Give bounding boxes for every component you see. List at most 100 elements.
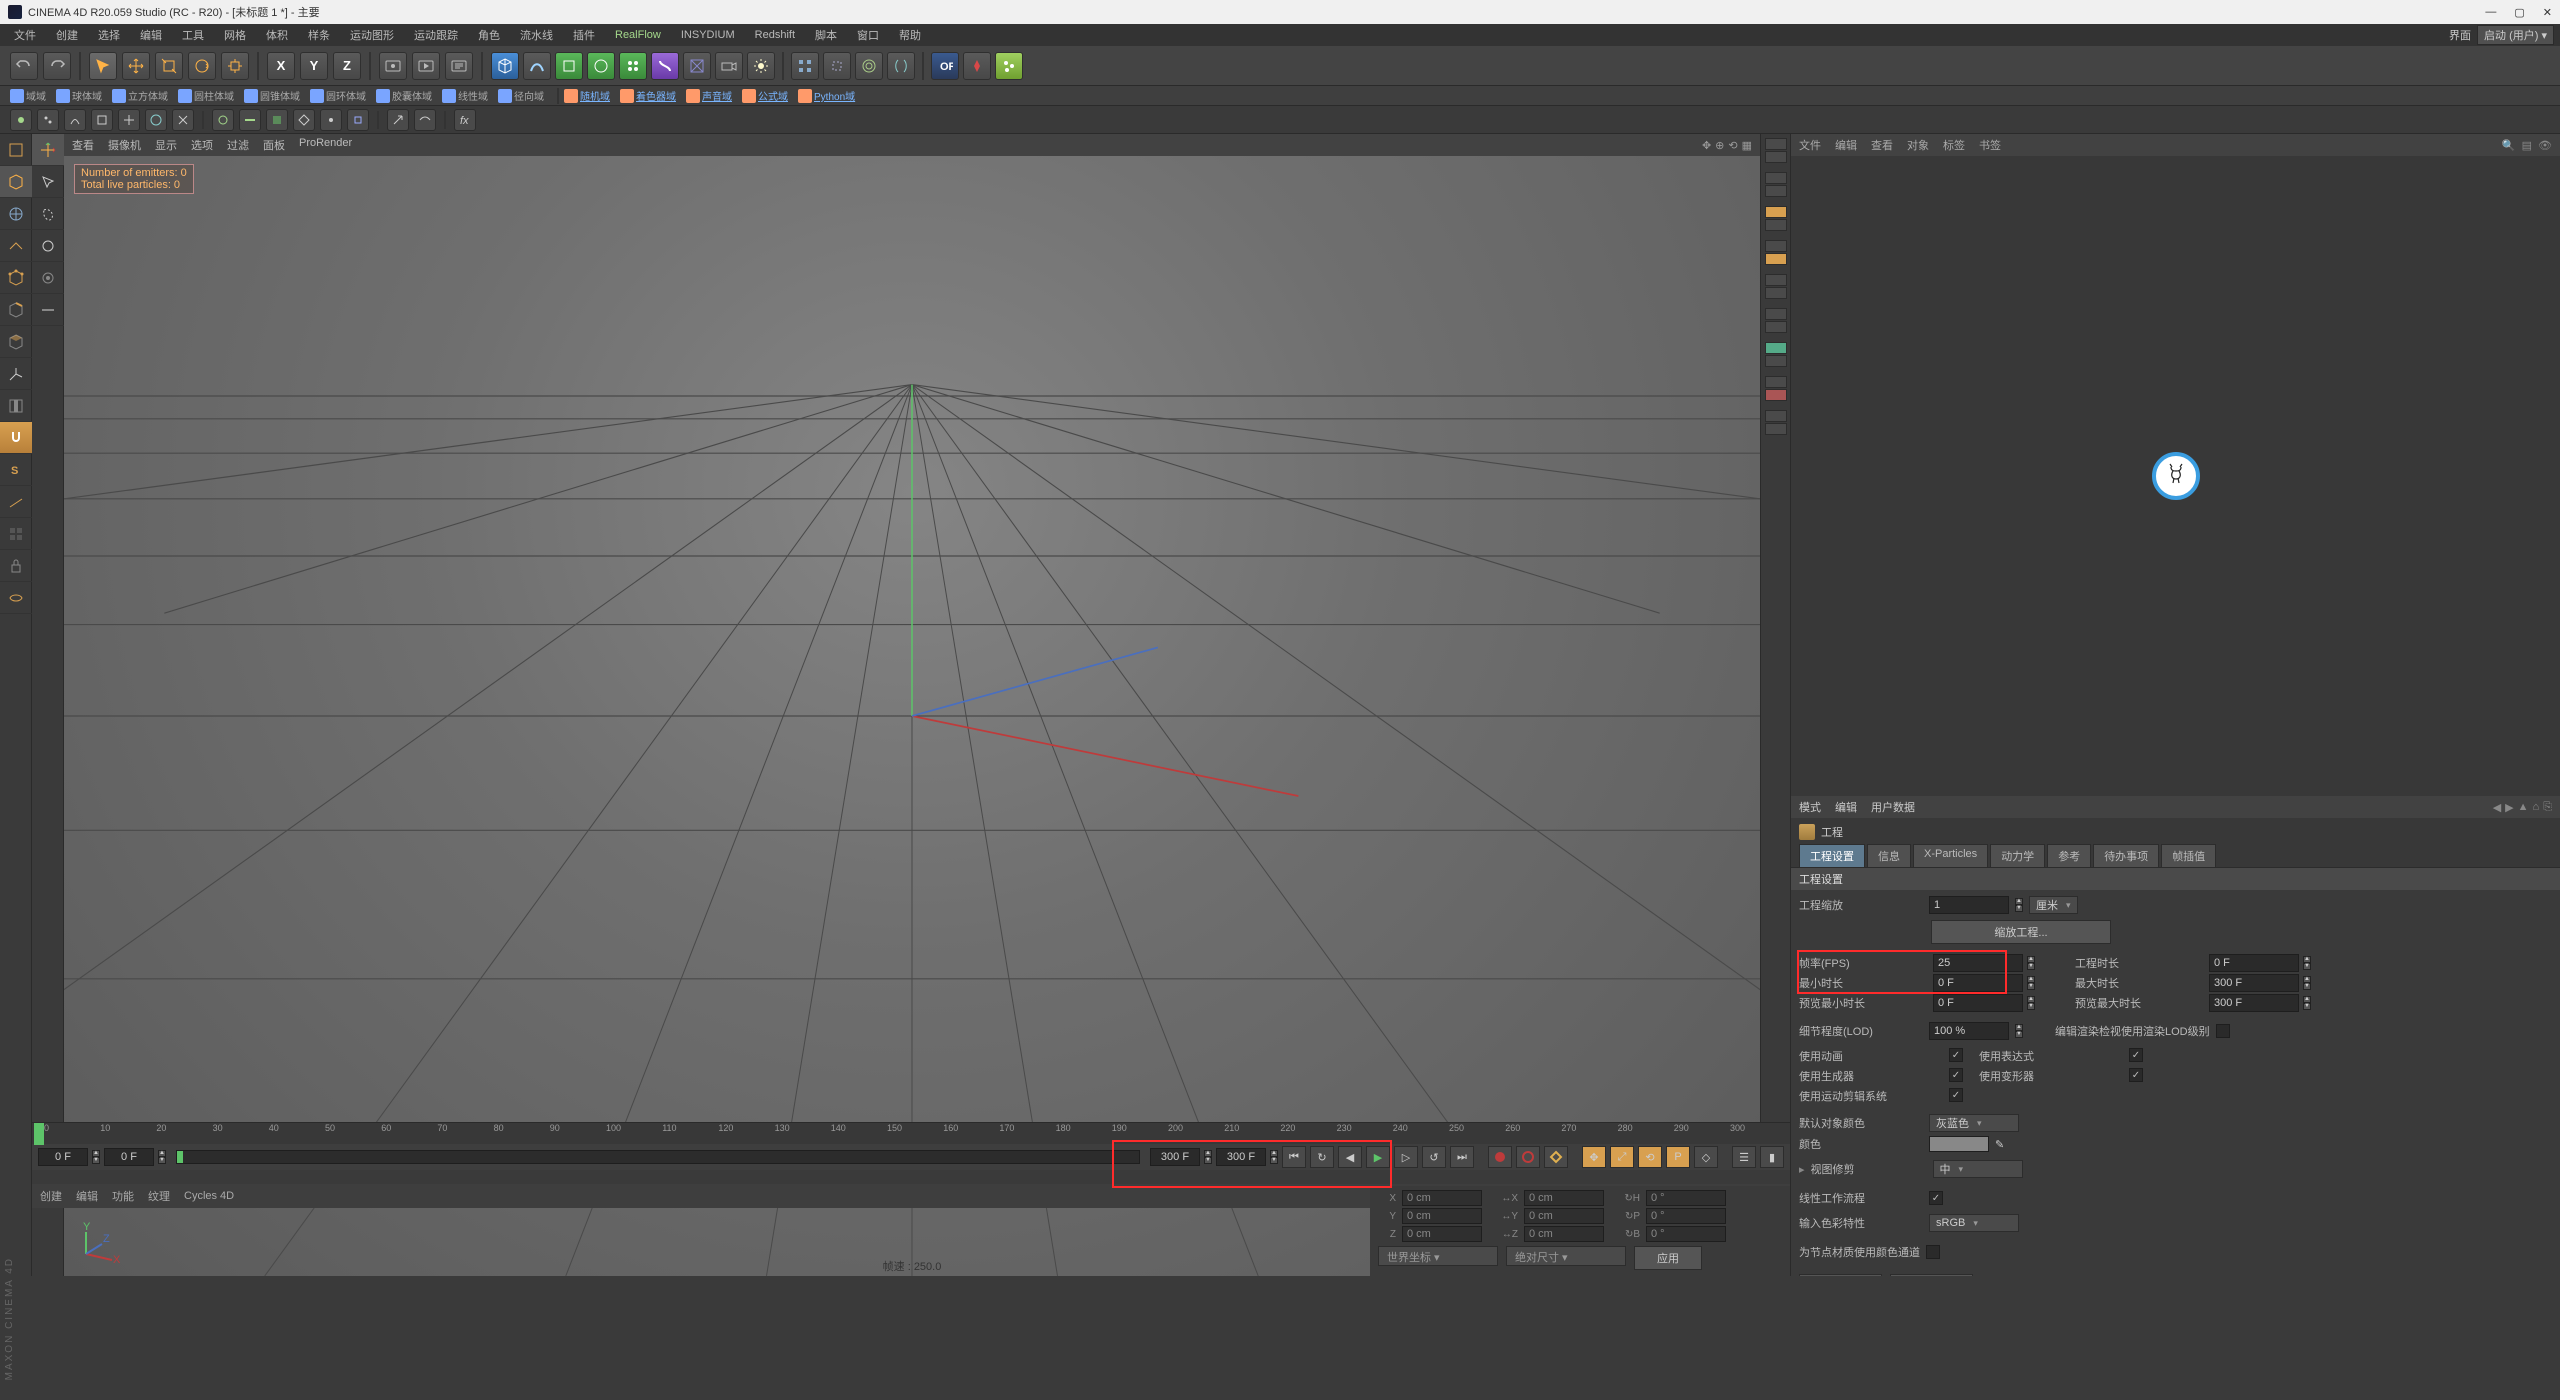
- tab-refs[interactable]: 参考: [2047, 844, 2091, 867]
- palette-radial[interactable]: 径向域: [514, 88, 544, 103]
- menu-script[interactable]: 脚本: [807, 27, 845, 43]
- brush-tool-button[interactable]: [32, 230, 64, 262]
- vp-strip-5[interactable]: [1761, 270, 1791, 302]
- xp-tool-14[interactable]: [387, 109, 409, 131]
- xp-tool-4[interactable]: [91, 109, 113, 131]
- play-forward-button[interactable]: ▶: [1366, 1146, 1390, 1168]
- vp-strip-2[interactable]: [1761, 168, 1791, 200]
- am-menu-userdata[interactable]: 用户数据: [1871, 799, 1915, 815]
- z-axis-toggle[interactable]: Z: [333, 52, 361, 80]
- select-tool-button[interactable]: [32, 166, 64, 198]
- tab-info[interactable]: 信息: [1867, 844, 1911, 867]
- xp-tool-8[interactable]: [212, 109, 234, 131]
- knife-tool-button[interactable]: [32, 294, 64, 326]
- vp-menu-options[interactable]: 选项: [191, 137, 213, 153]
- vp-strip-4[interactable]: [1761, 236, 1791, 268]
- menu-window[interactable]: 窗口: [849, 27, 887, 43]
- record-button[interactable]: [1488, 1146, 1512, 1168]
- cube-primitive-button[interactable]: [491, 52, 519, 80]
- xp-tool-12[interactable]: [320, 109, 342, 131]
- minimize-button[interactable]: —: [2485, 6, 2496, 19]
- xp-tool-1[interactable]: [10, 109, 32, 131]
- current-frame-input[interactable]: [38, 1148, 88, 1166]
- y-axis-toggle[interactable]: Y: [300, 52, 328, 80]
- x-axis-toggle[interactable]: X: [267, 52, 295, 80]
- menu-volume[interactable]: 体积: [258, 27, 296, 43]
- menu-insydium[interactable]: INSYDIUM: [673, 29, 743, 41]
- current-frame-spinner[interactable]: ▲▼: [92, 1150, 100, 1164]
- point-mode-button[interactable]: [0, 262, 32, 294]
- scale-spinner[interactable]: ▲▼: [2015, 898, 2023, 912]
- min-input[interactable]: [1933, 974, 2023, 992]
- range-end-input[interactable]: [1150, 1148, 1200, 1166]
- use-gen-checkbox[interactable]: ✓: [1949, 1068, 1963, 1082]
- volume-button[interactable]: [823, 52, 851, 80]
- coord-sy-input[interactable]: [1524, 1208, 1604, 1224]
- xp-tool-7[interactable]: [172, 109, 194, 131]
- object-manager-body[interactable]: [1791, 156, 2560, 796]
- xp-tool-5[interactable]: [118, 109, 140, 131]
- coord-h-input[interactable]: [1646, 1190, 1726, 1206]
- menu-motion-tracking[interactable]: 运动跟踪: [406, 27, 466, 43]
- default-color-dropdown[interactable]: 灰蓝色: [1929, 1114, 2019, 1132]
- timeline-options-button[interactable]: ☰: [1732, 1146, 1756, 1168]
- end-frame-input[interactable]: [1216, 1148, 1266, 1166]
- linear-wf-checkbox[interactable]: ✓: [1929, 1191, 1943, 1205]
- menu-file[interactable]: 文件: [6, 27, 44, 43]
- array-button[interactable]: [619, 52, 647, 80]
- prev-max-spinner[interactable]: ▲▼: [2303, 996, 2313, 1010]
- menu-help[interactable]: 帮助: [891, 27, 929, 43]
- duration-input[interactable]: [2209, 954, 2299, 972]
- vp-nav-pan-icon[interactable]: ✥: [1702, 139, 1711, 152]
- rotate-button[interactable]: [188, 52, 216, 80]
- menu-edit[interactable]: 编辑: [132, 27, 170, 43]
- menu-tools[interactable]: 工具: [174, 27, 212, 43]
- palette-torus[interactable]: 圆环体域: [326, 88, 366, 103]
- mograph-button[interactable]: [791, 52, 819, 80]
- redshift-button[interactable]: [963, 52, 991, 80]
- use-anim-checkbox[interactable]: ✓: [1949, 1048, 1963, 1062]
- om-menu-tags[interactable]: 标签: [1943, 137, 1965, 153]
- coord-mode1-dropdown[interactable]: 世界坐标 ▾: [1378, 1246, 1498, 1266]
- lasso-tool-button[interactable]: [32, 198, 64, 230]
- xp-tool-6[interactable]: [145, 109, 167, 131]
- make-editable-button[interactable]: [0, 134, 32, 166]
- start-frame-spinner[interactable]: ▲▼: [158, 1150, 166, 1164]
- vp-strip-1[interactable]: [1761, 134, 1791, 166]
- palette-cone[interactable]: 圆锥体域: [260, 88, 300, 103]
- key-scale-button[interactable]: ⤢: [1610, 1146, 1634, 1168]
- prev-min-input[interactable]: [1933, 994, 2023, 1012]
- live-select-button[interactable]: [89, 52, 117, 80]
- scale-project-button[interactable]: 缩放工程...: [1931, 920, 2111, 944]
- mm-menu-function[interactable]: 功能: [112, 1188, 134, 1204]
- keyframe-button[interactable]: [1544, 1146, 1568, 1168]
- field-button[interactable]: [855, 52, 883, 80]
- key-rot-button[interactable]: ⟲: [1638, 1146, 1662, 1168]
- palette-python[interactable]: Python域: [814, 88, 855, 103]
- om-menu-view[interactable]: 查看: [1871, 137, 1893, 153]
- palette-cube[interactable]: 立方体域: [128, 88, 168, 103]
- coord-z-input[interactable]: [1402, 1226, 1482, 1242]
- fps-input[interactable]: [1933, 954, 2023, 972]
- load-preset-button[interactable]: 载入预设...: [1799, 1274, 1882, 1276]
- mm-menu-texture[interactable]: 纹理: [148, 1188, 170, 1204]
- mm-menu-edit[interactable]: 编辑: [76, 1188, 98, 1204]
- palette-group[interactable]: 域域: [26, 88, 46, 103]
- vp-strip-6[interactable]: [1761, 304, 1791, 336]
- vp-menu-panel[interactable]: 面板: [263, 137, 285, 153]
- octane-button[interactable]: OR: [931, 52, 959, 80]
- close-button[interactable]: ✕: [2543, 6, 2552, 19]
- stop-button[interactable]: ↺: [1422, 1146, 1446, 1168]
- light-button[interactable]: [747, 52, 775, 80]
- playhead[interactable]: [34, 1123, 44, 1145]
- last-tool-button[interactable]: [221, 52, 249, 80]
- start-frame-input[interactable]: [104, 1148, 154, 1166]
- tab-project-settings[interactable]: 工程设置: [1799, 844, 1865, 867]
- texture-mode-button[interactable]: [0, 198, 32, 230]
- palette-sound[interactable]: 声音域: [702, 88, 732, 103]
- am-nav-up-icon[interactable]: ▲: [2518, 801, 2529, 814]
- vp-nav-toggle-icon[interactable]: ▦: [1742, 139, 1752, 152]
- redo-button[interactable]: [43, 52, 71, 80]
- soft-selection-button[interactable]: [0, 518, 32, 550]
- magnet-tool-button[interactable]: [32, 262, 64, 294]
